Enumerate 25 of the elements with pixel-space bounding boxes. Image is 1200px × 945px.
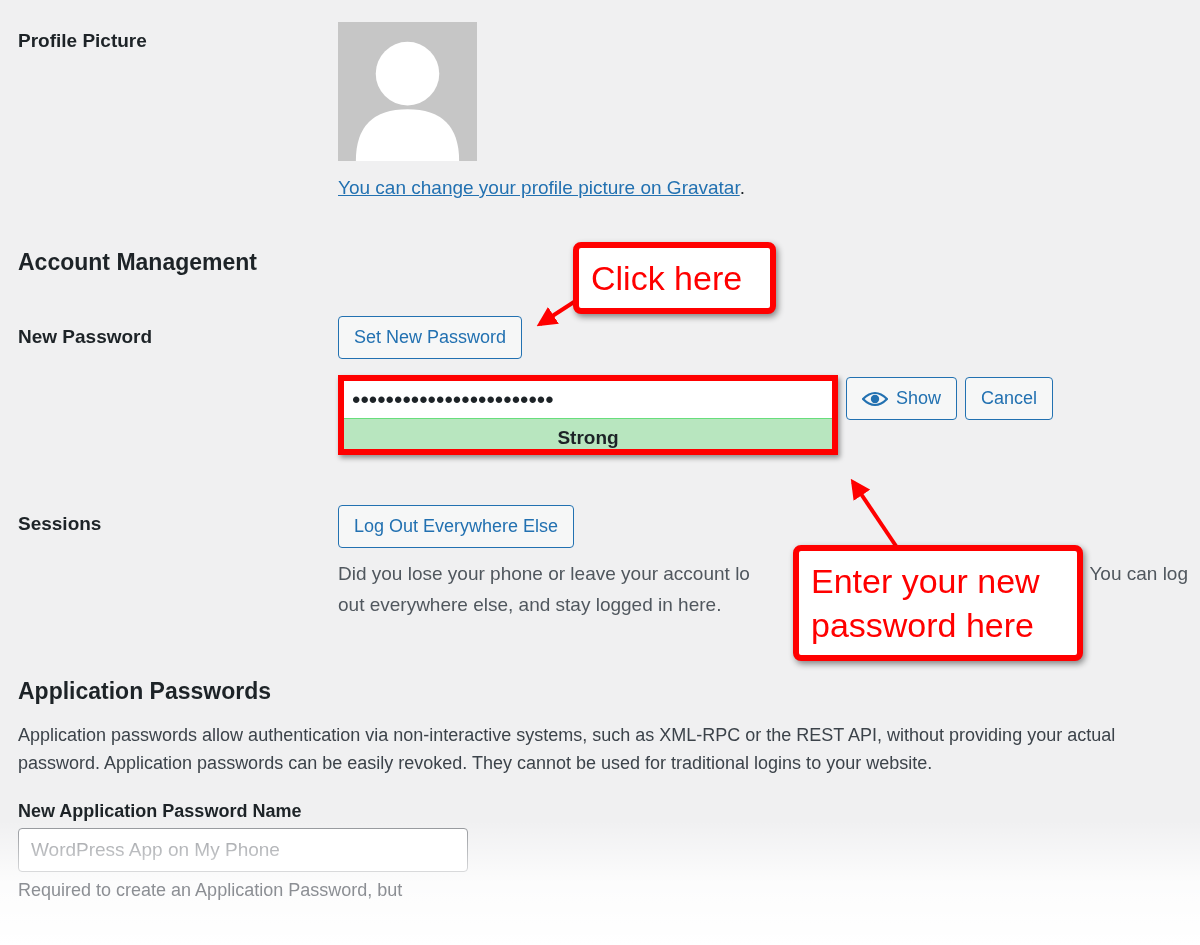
section-heading: Application Passwords (18, 678, 273, 705)
field-label: Profile Picture (18, 30, 148, 53)
description-text: out everywhere else, and stay logged in here. (338, 593, 723, 617)
strength-meter: Strong (344, 418, 832, 449)
description-text: Application passwords allow authentication via non-interactive systems, such as XML-RPC or the REST API, without providing your actual password. Application passwords can be easily revoked. They cannot be used for traditional logins to your website. (18, 724, 1117, 775)
help-text: Required to create an Application Password, but (18, 880, 404, 901)
eye-icon (862, 390, 888, 407)
field-label: Sessions (18, 512, 103, 536)
section-heading: Account Management (18, 249, 258, 276)
arrow (850, 478, 898, 548)
callout: Click here (573, 242, 776, 314)
description-text: Did you lose your phone or leave your account lo (338, 562, 750, 586)
show-password-button[interactable]: Show (846, 377, 958, 420)
avatar-icon (338, 22, 477, 161)
password-field[interactable]: •••••••••••••••••••••••• Strong (338, 375, 838, 455)
app-name-field[interactable]: WordPress App on My Phone (18, 828, 468, 872)
gravatar-link[interactable]: You can change your profile picture on Gravatar (338, 177, 740, 198)
arrow (536, 300, 576, 327)
set-password-button[interactable]: Set New Password (338, 316, 523, 359)
callout: Enter your new password here (793, 545, 1083, 661)
description-text: You can log (1089, 562, 1188, 586)
cancel-button[interactable]: Cancel (965, 377, 1054, 420)
field-label: New Application Password Name (18, 801, 303, 822)
log-out-everywhere-button[interactable]: Log Out Everywhere Else (338, 505, 575, 548)
field-label: New Password (18, 325, 154, 349)
